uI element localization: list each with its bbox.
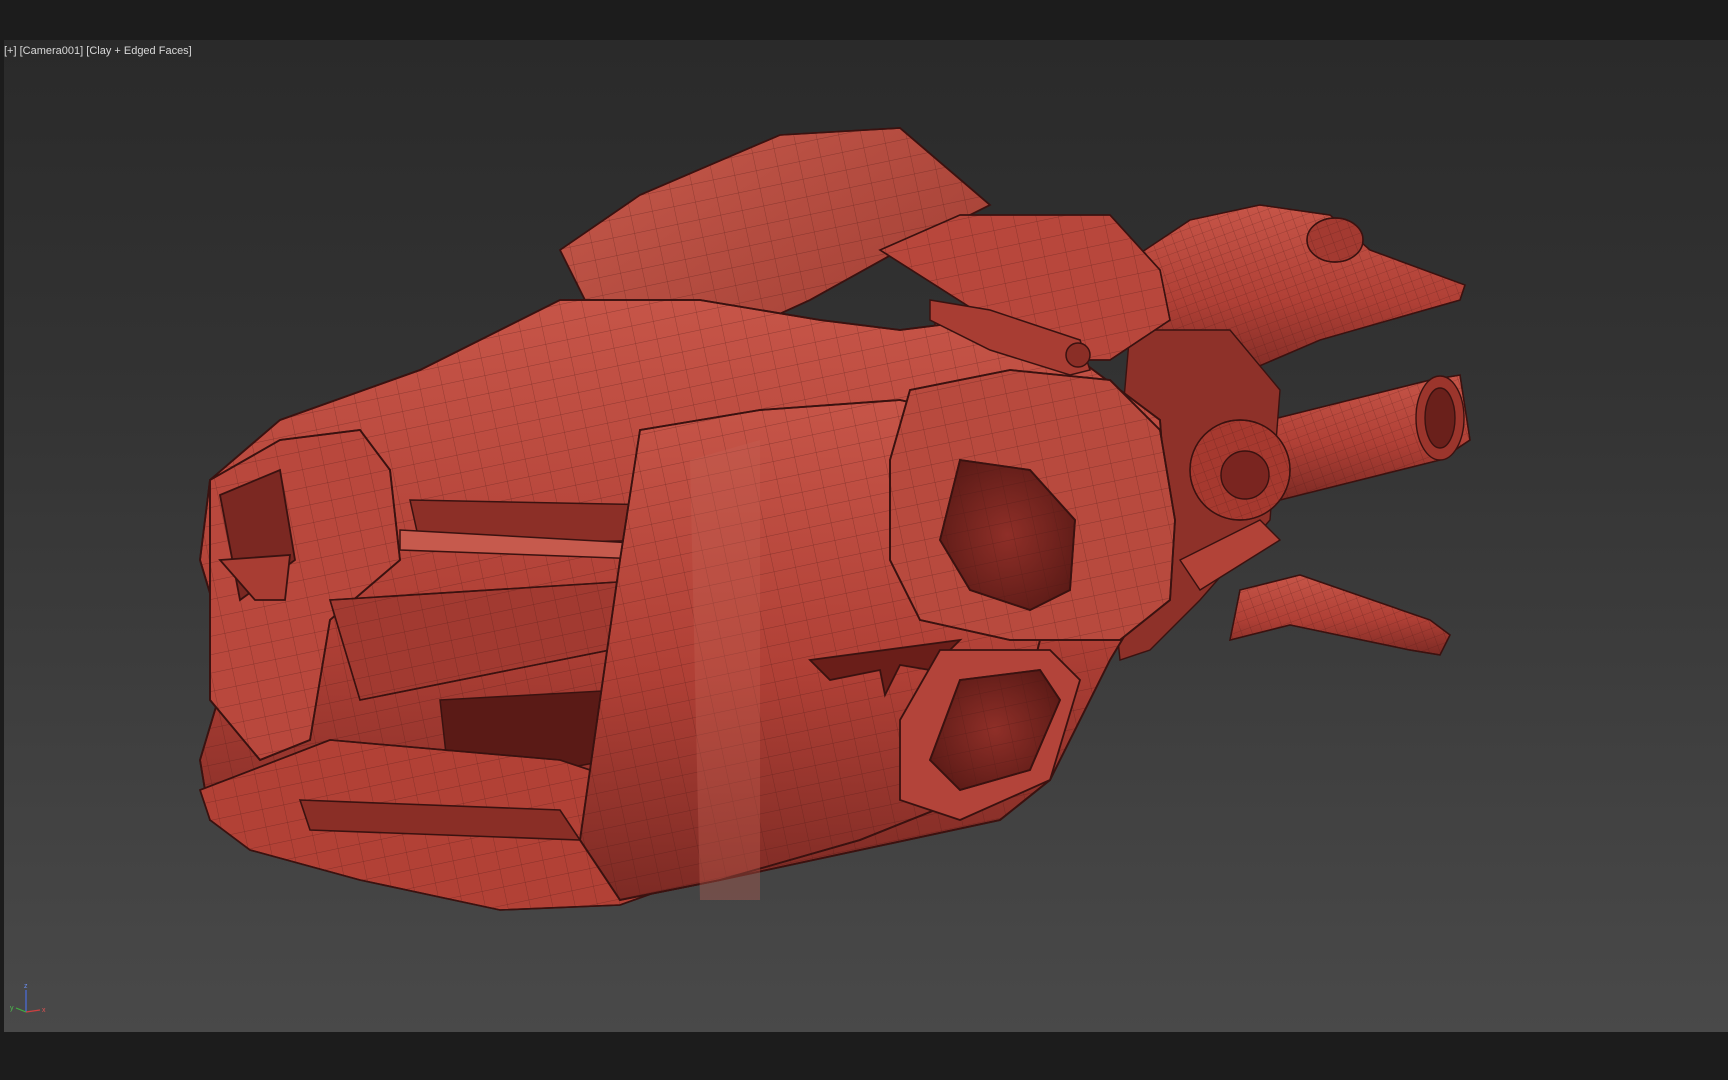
- x-axis-icon: [25, 1009, 41, 1013]
- rear-lower-strut: [1229, 574, 1451, 656]
- lower-intake: [899, 649, 1082, 821]
- app-frame: [+] [Camera001] [Clay + Edged Faces] z x…: [0, 0, 1728, 1080]
- hoverbike-model[interactable]: [0, 0, 1728, 1080]
- axis-gizmo: z x y: [10, 983, 46, 1014]
- y-axis-icon: [15, 1007, 27, 1013]
- z-axis-label: z: [24, 983, 28, 990]
- x-axis-label: x: [42, 1007, 46, 1014]
- rear-exhaust-pipe: [1269, 374, 1471, 501]
- engine-housing: [889, 369, 1176, 641]
- y-axis-label: y: [10, 1005, 14, 1012]
